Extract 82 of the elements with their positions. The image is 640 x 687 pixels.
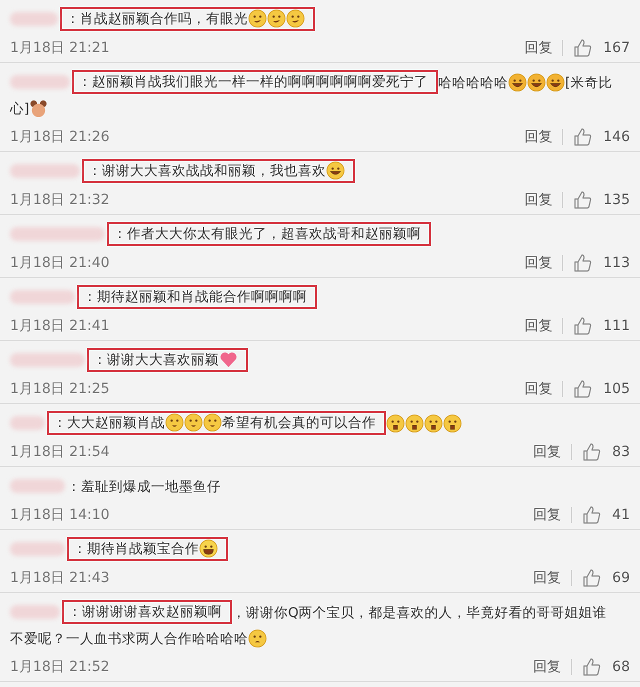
reply-link[interactable]: 回复 bbox=[524, 254, 552, 272]
mickey-icon bbox=[29, 99, 48, 118]
comment-time: 1月18日 21:43 bbox=[10, 569, 110, 587]
reply-link[interactable]: 回复 bbox=[533, 506, 562, 524]
like-count: 135 bbox=[603, 192, 630, 208]
reply-link[interactable]: 回复 bbox=[524, 39, 552, 57]
emoji-face-icon bbox=[203, 413, 222, 432]
comment-text: [米奇比 bbox=[565, 75, 612, 91]
comment-text: ：期待肖战颖宝合作 bbox=[73, 541, 199, 557]
comment-time: 1月18日 14:10 bbox=[10, 506, 110, 524]
emoji-face-icon bbox=[165, 413, 184, 432]
comment-text: 哈哈哈哈哈 bbox=[438, 75, 508, 91]
comment-text: ：肖战赵丽颖合作吗，有眼光 bbox=[66, 11, 248, 27]
emoji-face-icon bbox=[546, 73, 565, 92]
thumbs-up-icon[interactable] bbox=[573, 38, 594, 58]
thumbs-up-icon[interactable] bbox=[573, 316, 594, 336]
thumbs-up-icon[interactable] bbox=[582, 505, 602, 525]
thumbs-up-icon[interactable] bbox=[573, 379, 594, 399]
emoji-face-icon bbox=[443, 414, 462, 433]
reply-link[interactable]: 回复 bbox=[533, 658, 562, 676]
comment-time: 1月18日 21:54 bbox=[10, 443, 110, 461]
comment-text: ：赵丽颖肖战我们眼光一样一样的啊啊啊啊啊啊爱死宁了 bbox=[78, 74, 428, 90]
like-count: 83 bbox=[612, 444, 630, 460]
comment-text: 不爱呢？一人血书求两人合作哈哈哈哈 bbox=[10, 631, 248, 647]
emoji-face-icon bbox=[405, 414, 424, 433]
comment-text: ：大大赵丽颖肖战 bbox=[53, 415, 165, 431]
reply-link[interactable]: 回复 bbox=[524, 317, 552, 335]
reply-link[interactable]: 回复 bbox=[533, 569, 562, 587]
comment-text: 心] bbox=[10, 101, 30, 117]
comment-time: 1月18日 21:25 bbox=[10, 380, 110, 398]
comment-text: 希望有机会真的可以合作 bbox=[222, 415, 376, 431]
comment-text: ：谢谢谢谢喜欢赵丽颖啊 bbox=[68, 604, 222, 620]
blurred-username bbox=[10, 290, 75, 304]
like-count: 146 bbox=[603, 129, 630, 145]
like-count: 111 bbox=[603, 318, 630, 334]
emoji-face-icon bbox=[199, 539, 218, 558]
blurred-username bbox=[10, 605, 60, 619]
blurred-username bbox=[10, 12, 58, 26]
reply-link[interactable]: 回复 bbox=[524, 191, 552, 209]
comment-time: 1月18日 21:40 bbox=[10, 254, 110, 272]
reply-link[interactable]: 回复 bbox=[533, 443, 562, 461]
comment-text: ：羞耻到爆成一地墨鱼仔 bbox=[67, 479, 221, 495]
comment-time: 1月18日 21:21 bbox=[10, 39, 110, 57]
like-count: 41 bbox=[612, 507, 630, 523]
emoji-face-icon bbox=[508, 73, 527, 92]
comment-text: ：谢谢大大喜欢丽颖 bbox=[93, 352, 219, 368]
comment-time: 1月18日 21:32 bbox=[10, 191, 110, 209]
comment-time: 1月18日 21:52 bbox=[10, 658, 110, 676]
like-count: 69 bbox=[612, 570, 630, 586]
heart-icon bbox=[219, 350, 238, 369]
comment-text: ：谢谢大大喜欢战战和丽颖，我也喜欢 bbox=[88, 163, 326, 179]
thumbs-up-icon[interactable] bbox=[573, 253, 594, 273]
comment-text: ，谢谢你Q两个宝贝，都是喜欢的人，毕竟好看的哥哥姐姐谁 bbox=[232, 605, 607, 621]
comment-text: ：期待赵丽颖和肖战能合作啊啊啊啊 bbox=[83, 289, 307, 305]
emoji-face-icon bbox=[527, 73, 546, 92]
reply-link[interactable]: 回复 bbox=[524, 128, 552, 146]
comment-time: 1月18日 21:26 bbox=[10, 128, 110, 146]
thumbs-up-icon[interactable] bbox=[573, 190, 594, 210]
emoji-face-icon bbox=[286, 9, 305, 28]
like-count: 167 bbox=[603, 40, 630, 56]
emoji-face-icon bbox=[248, 629, 267, 648]
thumbs-up-icon[interactable] bbox=[573, 127, 594, 147]
like-count: 105 bbox=[603, 381, 630, 397]
comment-text: ：作者大大你太有眼光了，超喜欢战哥和赵丽颖啊 bbox=[113, 226, 421, 242]
thumbs-up-icon[interactable] bbox=[582, 442, 602, 462]
comment-time: 1月18日 21:41 bbox=[10, 317, 110, 335]
blurred-username bbox=[10, 75, 70, 89]
blurred-username bbox=[10, 542, 65, 556]
thumbs-up-icon[interactable] bbox=[582, 568, 602, 588]
blurred-username bbox=[10, 416, 45, 430]
like-count: 68 bbox=[612, 659, 630, 675]
emoji-face-icon bbox=[248, 9, 267, 28]
emoji-face-icon bbox=[386, 414, 405, 433]
blurred-username bbox=[10, 164, 80, 178]
emoji-face-icon bbox=[267, 9, 286, 28]
emoji-face-icon bbox=[184, 413, 203, 432]
emoji-face-icon bbox=[424, 414, 443, 433]
like-count: 113 bbox=[603, 255, 630, 271]
blurred-username bbox=[10, 479, 65, 493]
thumbs-up-icon[interactable] bbox=[582, 657, 602, 677]
reply-link[interactable]: 回复 bbox=[524, 380, 552, 398]
emoji-face-icon bbox=[326, 161, 345, 180]
